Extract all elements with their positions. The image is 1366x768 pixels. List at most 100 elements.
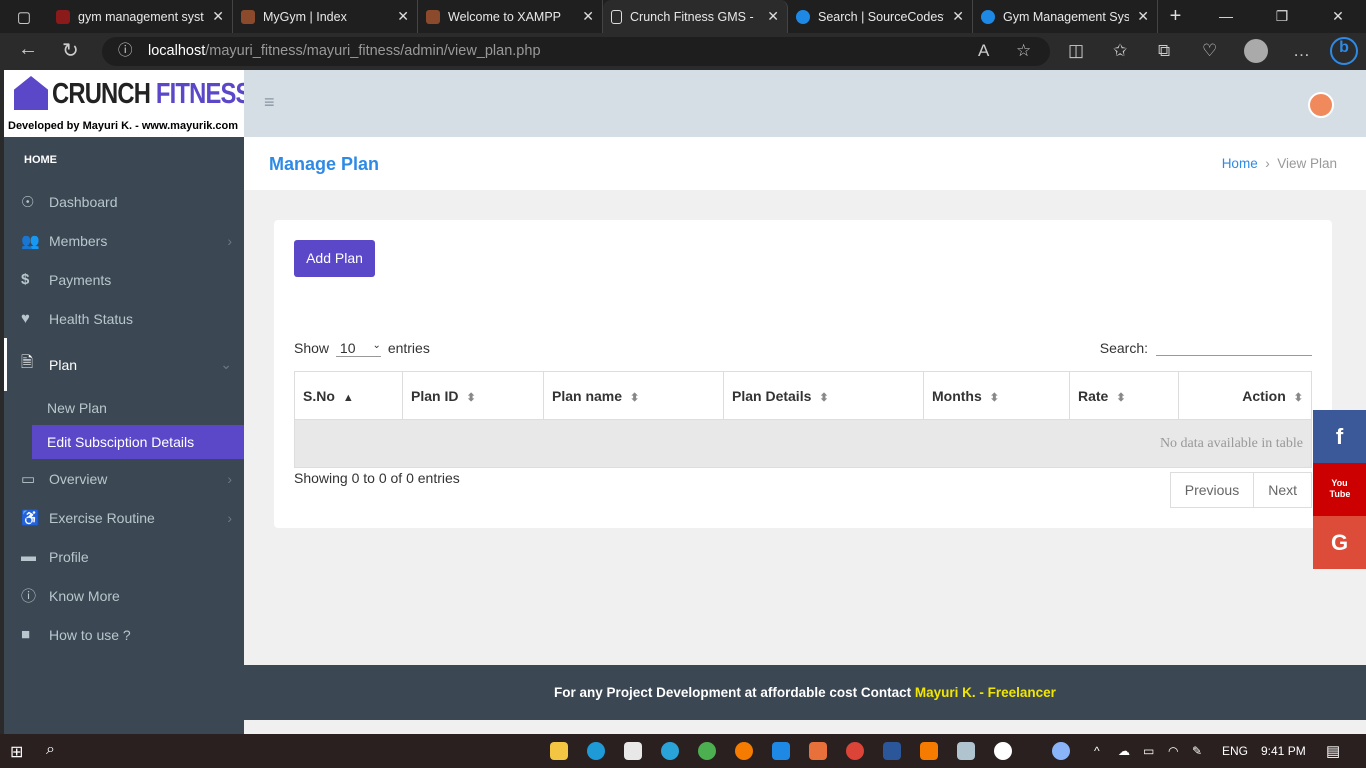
entries-select[interactable]: 10 ⌄ [335, 340, 381, 357]
notifications-icon[interactable]: ▤ [1326, 742, 1340, 760]
dashboard-icon: ☉ [21, 193, 35, 211]
column-header-plan-id[interactable]: Plan ID ⬍ [402, 371, 544, 420]
facebook-button[interactable]: f [1313, 410, 1366, 463]
sidebar-item-exercise-routine[interactable]: ♿ Exercise Routine › [4, 498, 244, 537]
close-window-button[interactable]: ✕ [1310, 0, 1366, 33]
sidebar-item-dashboard[interactable]: ☉ Dashboard [4, 182, 244, 221]
language-indicator[interactable]: ENG [1222, 744, 1248, 758]
store-icon[interactable] [624, 742, 642, 760]
edge-icon[interactable] [587, 742, 605, 760]
reload-icon[interactable]: ↻ [62, 38, 79, 63]
split-screen-icon[interactable]: ◫ [1068, 41, 1084, 61]
onedrive-icon[interactable]: ☁ [1118, 744, 1130, 758]
file-explorer-icon[interactable] [550, 742, 568, 760]
app-icon[interactable] [994, 742, 1012, 760]
tab-crunch-fitness[interactable]: Crunch Fitness GMS - ✕ [603, 0, 788, 33]
show-label: Show [294, 340, 330, 356]
minimize-button[interactable]: — [1198, 0, 1254, 33]
tab-title: Search | SourceCodest [818, 9, 945, 24]
sidebar-item-label: Dashboard [49, 193, 118, 210]
column-header-plan-details[interactable]: Plan Details ⬍ [723, 371, 924, 420]
profile-avatar-icon[interactable] [1244, 39, 1268, 63]
tab-sourcecodester[interactable]: Search | SourceCodest ✕ [788, 0, 973, 33]
wifi-icon[interactable]: ◠ [1168, 744, 1178, 758]
restore-button[interactable]: ❐ [1254, 0, 1310, 33]
column-header-sno[interactable]: S.No ▲ [294, 371, 403, 420]
sidebar-item-label: Exercise Routine [49, 509, 155, 526]
tray-chevron-icon[interactable]: ^ [1094, 744, 1100, 758]
vscode-icon[interactable] [772, 742, 790, 760]
tab-actions-icon[interactable]: ▢ [0, 8, 48, 26]
youtube-button[interactable]: You Tube [1313, 463, 1366, 516]
sidebar-item-profile[interactable]: ▬ Profile [4, 537, 244, 576]
url-input[interactable]: ⓘ localhost/mayuri_fitness/mayuri_fitness… [102, 37, 1050, 66]
close-tab-icon[interactable]: ✕ [767, 8, 779, 25]
sidebar-item-health-status[interactable]: ♥ Health Status [4, 299, 244, 338]
sidebar-subitem-edit-subscription[interactable]: Edit Subsciption Details [32, 425, 244, 459]
close-tab-icon[interactable]: ✕ [952, 8, 964, 25]
more-options-icon[interactable]: … [1293, 41, 1310, 61]
clock[interactable]: 9:41 PM [1261, 744, 1306, 758]
footer-contact-link[interactable]: Mayuri K. - Freelancer [915, 685, 1056, 700]
add-plan-button[interactable]: Add Plan [294, 240, 375, 277]
breadcrumb-home-link[interactable]: Home [1222, 156, 1258, 171]
chrome-icon[interactable] [698, 742, 716, 760]
next-button[interactable]: Next [1254, 472, 1312, 508]
blender-icon[interactable] [735, 742, 753, 760]
close-tab-icon[interactable]: ✕ [397, 8, 409, 25]
column-header-rate[interactable]: Rate ⬍ [1069, 371, 1179, 420]
search-icon[interactable]: ⌕ [46, 741, 55, 759]
tab-xampp[interactable]: Welcome to XAMPP ✕ [418, 0, 603, 33]
close-tab-icon[interactable]: ✕ [582, 8, 594, 25]
column-header-plan-name[interactable]: Plan name ⬍ [543, 371, 724, 420]
table-search: Search: [1100, 340, 1312, 356]
notepad-icon[interactable] [957, 742, 975, 760]
tab-gym-management[interactable]: gym management syst ✕ [48, 0, 233, 33]
read-aloud-icon[interactable]: A [978, 41, 989, 61]
collections-icon[interactable]: ⧉ [1158, 41, 1170, 61]
bing-copilot-icon[interactable]: b [1330, 37, 1358, 65]
sidebar-item-plan[interactable]: 🗎 Plan ⌄ [4, 338, 244, 391]
battery-icon[interactable]: ▭ [1143, 744, 1154, 758]
close-tab-icon[interactable]: ✕ [1137, 8, 1149, 25]
content-header: Manage Plan Home › View Plan [244, 137, 1366, 190]
telegram-icon[interactable] [661, 742, 679, 760]
archive-icon: ▭ [21, 470, 36, 488]
sidebar-item-members[interactable]: 👥 Members › [4, 221, 244, 260]
hamburger-menu-icon[interactable]: ≡ [264, 92, 275, 113]
sidebar-item-how-to-use[interactable]: ■ How to use ? [4, 615, 244, 654]
sidebar-item-overview[interactable]: ▭ Overview › [4, 459, 244, 498]
site-info-icon[interactable]: ⓘ [118, 37, 133, 66]
chrome-profile-icon[interactable] [846, 742, 864, 760]
windows-start-icon[interactable]: ⊞ [10, 742, 23, 762]
new-tab-button[interactable]: + [1158, 5, 1193, 28]
weather-icon[interactable] [1052, 742, 1070, 760]
app-g-icon[interactable] [920, 742, 938, 760]
column-header-months[interactable]: Months ⬍ [923, 371, 1070, 420]
sidebar-subitem-new-plan[interactable]: New Plan [4, 391, 244, 425]
tab-gym-management-system[interactable]: Gym Management Sys ✕ [973, 0, 1158, 33]
sidebar-item-know-more[interactable]: ⓘ Know More [4, 576, 244, 615]
favorite-star-icon[interactable]: ☆ [1016, 41, 1031, 61]
plan-card: Add Plan Show 10 ⌄ entries Search: S.No ▲… [274, 220, 1332, 528]
xampp-icon[interactable] [809, 742, 827, 760]
search-input[interactable] [1156, 340, 1312, 356]
sidebar-item-payments[interactable]: $ Payments [4, 260, 244, 299]
close-tab-icon[interactable]: ✕ [212, 8, 224, 25]
tab-mygym[interactable]: MyGym | Index ✕ [233, 0, 418, 33]
chevron-right-icon: › [227, 470, 232, 487]
google-button[interactable]: G [1313, 516, 1366, 569]
word-icon[interactable] [883, 742, 901, 760]
favorites-icon[interactable]: ✩ [1113, 41, 1127, 61]
user-avatar[interactable] [1308, 92, 1334, 118]
entries-label: entries [387, 340, 430, 356]
youtube-icon: You Tube [1329, 478, 1351, 499]
logo[interactable]: CRUNCH FITNESS Developed by Mayuri K. - … [4, 70, 251, 137]
previous-button[interactable]: Previous [1169, 472, 1255, 508]
table-row-empty: No data available in table [294, 419, 1312, 468]
browser-essentials-icon[interactable]: ♡ [1202, 41, 1217, 61]
back-icon[interactable]: ← [18, 38, 38, 61]
sort-asc-icon: ▲ [342, 391, 354, 404]
pen-icon[interactable]: ✎ [1192, 744, 1202, 758]
column-header-action[interactable]: Action ⬍ [1178, 371, 1312, 420]
